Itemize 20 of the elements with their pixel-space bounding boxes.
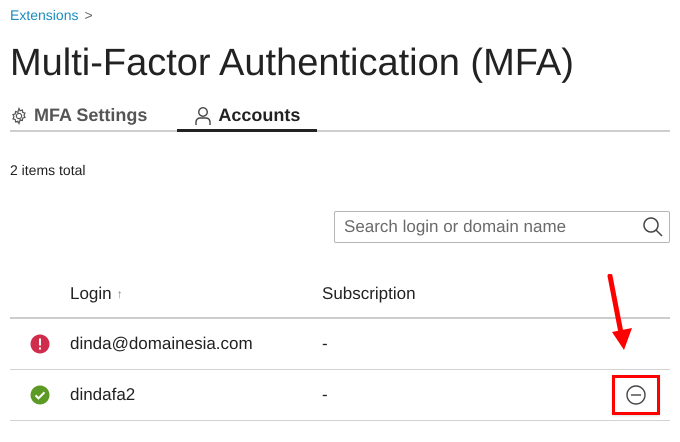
remove-button[interactable] — [626, 385, 646, 405]
page-title: Multi-Factor Authentication (MFA) — [10, 41, 575, 86]
search-icon[interactable] — [642, 216, 664, 238]
search-field[interactable]: Search login or domain name — [334, 211, 670, 243]
table-cell-text: - — [322, 384, 329, 406]
sort-icon[interactable]: ↑ — [116, 285, 123, 303]
success-icon — [30, 385, 50, 405]
error-icon — [30, 334, 50, 354]
items-total: 2 items total — [10, 161, 86, 180]
tab[interactable]: Accounts — [177, 102, 318, 132]
table-cell-text: dindafa2 — [70, 384, 136, 406]
breadcrumb-separator: > — [84, 6, 93, 24]
user-icon — [194, 106, 212, 126]
column-header[interactable]: Login — [70, 281, 112, 307]
gear-icon — [10, 106, 28, 124]
tab[interactable]: MFA Settings — [10, 102, 178, 132]
breadcrumb-link[interactable]: Extensions — [10, 4, 78, 26]
table-cell-text: dinda@domainesia.com — [70, 333, 254, 356]
table-cell-text: - — [322, 333, 329, 356]
column-header: Subscription — [322, 283, 416, 306]
